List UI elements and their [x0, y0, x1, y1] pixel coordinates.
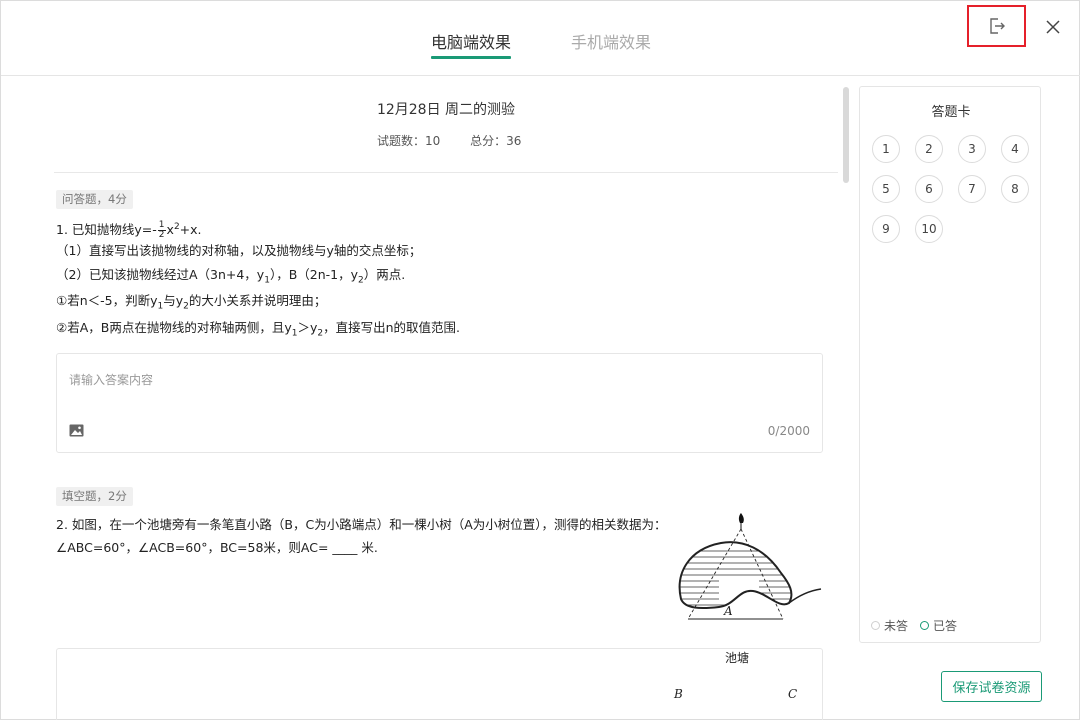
paper-preview: 12月28日 周二的测验 试题数：10 总分：36 问答题，4分 1. 已知抛物…: [1, 77, 849, 720]
question-1-part-1: （1）直接写出该抛物线的对称轴，以及抛物线与y轴的交点坐标；: [56, 243, 422, 258]
close-button[interactable]: [1041, 15, 1065, 39]
exit-button[interactable]: [967, 5, 1026, 47]
answer-card: 答题卡 1 2 3 4 5 6 7 8 9 10 未答 已答: [859, 86, 1041, 643]
total-score: 总分：36: [470, 134, 522, 148]
tab-pc-effect[interactable]: 电脑端效果: [431, 33, 511, 53]
question-number-button[interactable]: 7: [958, 175, 986, 203]
divider: [54, 172, 838, 173]
exit-icon: [989, 18, 1005, 34]
close-icon: [1046, 20, 1060, 34]
header: 电脑端效果 手机端效果: [1, 1, 1080, 76]
question-type-tag: 问答题，4分: [56, 190, 133, 209]
question-number-button[interactable]: 4: [1001, 135, 1029, 163]
image-icon[interactable]: [69, 424, 84, 437]
question-count: 试题数：10: [377, 134, 441, 148]
active-tab-indicator: [431, 56, 511, 59]
next-question-card: [56, 648, 823, 720]
answer-legend: 未答 已答: [871, 617, 957, 634]
pond-figure: A B C 池塘: [671, 513, 823, 701]
question-number-button[interactable]: 1: [872, 135, 900, 163]
pond-diagram: [678, 513, 822, 620]
question-number-button[interactable]: 5: [872, 175, 900, 203]
answered-dot-icon: [920, 621, 930, 630]
question-number-grid: 1 2 3 4 5 6 7 8 9 10: [872, 135, 1042, 255]
question-number-button[interactable]: 8: [1001, 175, 1029, 203]
question-number-button[interactable]: 2: [915, 135, 943, 163]
answer-placeholder: 请输入答案内容: [69, 373, 154, 387]
question-1-stem: 1. 已知抛物线y=- 1 2 x2+x.: [56, 220, 202, 241]
answer-card-title: 答题卡: [931, 105, 971, 120]
question-number-button[interactable]: 6: [915, 175, 943, 203]
question-number-button[interactable]: 3: [958, 135, 986, 163]
scrollbar[interactable]: [843, 87, 849, 183]
paper-title: 12月28日 周二的测验: [376, 102, 516, 118]
question-number-button[interactable]: 10: [915, 215, 943, 243]
save-paper-button[interactable]: 保存试卷资源: [941, 671, 1042, 702]
unanswered-dot-icon: [871, 621, 880, 630]
question-1-part-2-i: ①若n＜-5，判断y1与y2的大小关系并说明理由；: [56, 293, 327, 312]
legend-unanswered: 未答: [884, 619, 909, 633]
fraction: 12: [157, 220, 166, 241]
question-1-part-2: （2）已知该抛物线经过A（3n+4，y1），B（2n-1，y2）两点.: [56, 267, 406, 286]
question-1-part-2-ii: ②若A，B两点在抛物线的对称轴两侧，且y1＞y2，直接写出n的取值范围.: [56, 320, 461, 339]
legend-answered: 已答: [933, 619, 958, 633]
character-count: 0/2000: [767, 424, 810, 438]
answer-input[interactable]: 请输入答案内容 0/2000: [56, 353, 823, 453]
dialog-frame: 电脑端效果 手机端效果 12月28日 周二的测验 试题数：10 总分：36 问答…: [0, 0, 1080, 720]
tab-mobile-effect[interactable]: 手机端效果: [571, 33, 651, 53]
question-2-stem: 2. 如图，在一个池塘旁有一条笔直小路（B，C为小路端点）和一棵小树（A为小树位…: [56, 517, 667, 555]
paper-meta: 试题数：10 总分：36: [377, 132, 547, 149]
point-a-label: A: [724, 604, 733, 618]
question-type-tag: 填空题，2分: [56, 487, 133, 506]
question-number-button[interactable]: 9: [872, 215, 900, 243]
